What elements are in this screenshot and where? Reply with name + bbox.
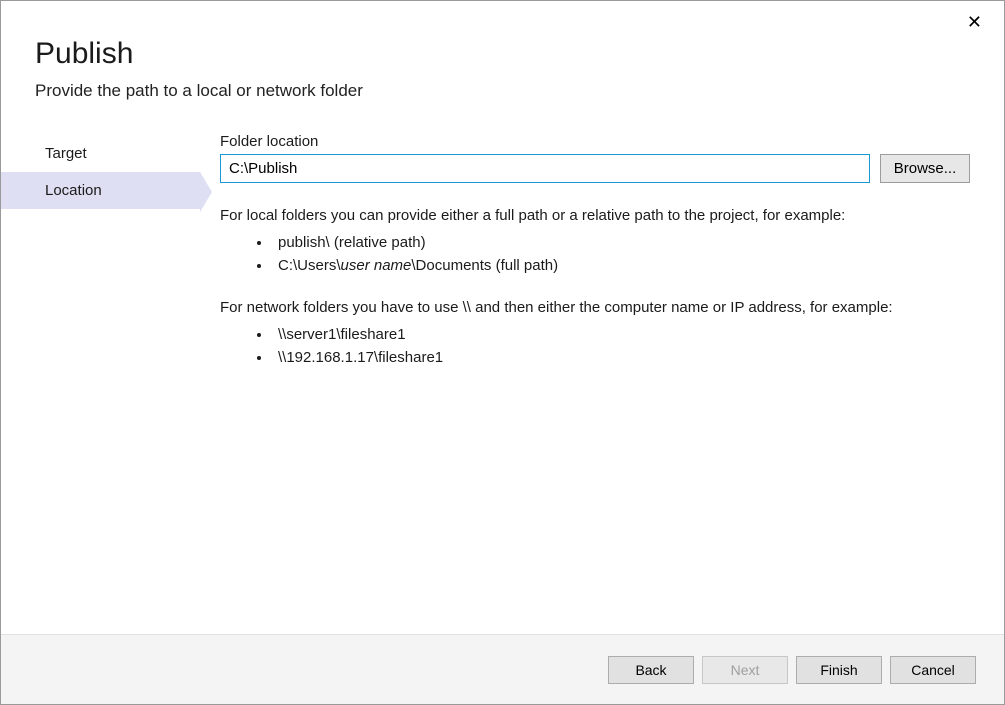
- wizard-content: Folder location Browse... For local fold…: [200, 129, 970, 634]
- close-icon[interactable]: ✕: [959, 9, 990, 35]
- browse-button[interactable]: Browse...: [880, 154, 970, 183]
- help-network-list: \\server1\fileshare1 \\192.168.1.17\file…: [220, 323, 970, 370]
- back-button[interactable]: Back: [608, 656, 694, 684]
- page-subtitle: Provide the path to a local or network f…: [35, 81, 970, 101]
- publish-dialog: ✕ Publish Provide the path to a local or…: [0, 0, 1005, 705]
- nav-item-label: Location: [45, 182, 102, 199]
- next-button: Next: [702, 656, 788, 684]
- help-network-example-1: \\server1\fileshare1: [272, 323, 970, 346]
- folder-location-input[interactable]: [220, 154, 870, 183]
- page-title: Publish: [35, 37, 970, 71]
- help-local-example-2: C:\Users\user name\Documents (full path): [272, 254, 970, 277]
- nav-item-location[interactable]: Location: [1, 172, 200, 209]
- help-network-example-2: \\192.168.1.17\fileshare1: [272, 346, 970, 369]
- folder-location-label: Folder location: [220, 133, 970, 150]
- cancel-button[interactable]: Cancel: [890, 656, 976, 684]
- nav-item-label: Target: [45, 145, 87, 162]
- nav-item-target[interactable]: Target: [1, 135, 200, 172]
- help-network-intro: For network folders you have to use \\ a…: [220, 297, 970, 319]
- help-local-example-1: publish\ (relative path): [272, 231, 970, 254]
- dialog-header: Publish Provide the path to a local or n…: [1, 1, 1004, 129]
- wizard-footer: Back Next Finish Cancel: [1, 634, 1004, 704]
- wizard-nav: Target Location: [35, 129, 200, 634]
- help-local-list: publish\ (relative path) C:\Users\user n…: [220, 231, 970, 278]
- finish-button[interactable]: Finish: [796, 656, 882, 684]
- help-local-intro: For local folders you can provide either…: [220, 205, 970, 227]
